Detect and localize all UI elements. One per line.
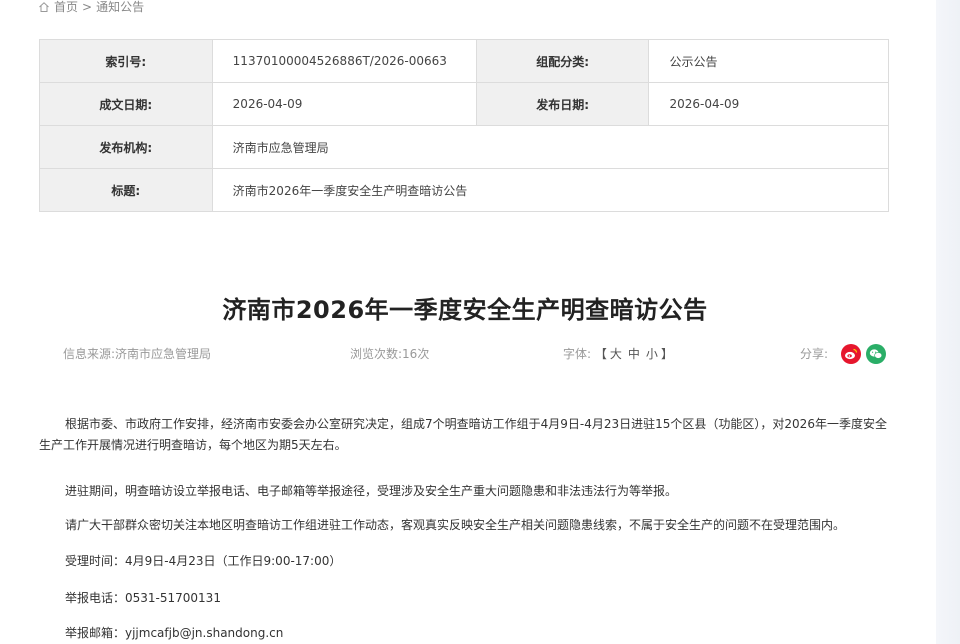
share-label: 分享: (800, 347, 829, 361)
wechat-icon[interactable] (866, 344, 886, 364)
font-large-button[interactable]: 大 (610, 347, 622, 361)
info-source: 信息来源:济南市应急管理局 (63, 347, 211, 361)
font-medium-button[interactable]: 中 (628, 347, 640, 361)
font-label: 字体: (563, 347, 592, 361)
written-date-value: 2026-04-09 (211, 82, 477, 126)
font-size-selector: 字体: 【大中小】 (563, 347, 673, 361)
font-small-button[interactable]: 小 (646, 347, 658, 361)
source-value: 济南市应急管理局 (115, 347, 212, 361)
publishing-agency-label: 发布机构: (39, 125, 213, 169)
report-email: 举报邮箱：yjjmcafjb@jn.shandong.cn (65, 626, 284, 640)
category-label: 组配分类: (475, 39, 650, 83)
published-date-label: 发布日期: (475, 82, 650, 126)
table-row: 发布机构: 济南市应急管理局 (39, 125, 890, 169)
views-label: 浏览次数: (350, 347, 403, 361)
table-row: 成文日期: 2026-04-09 发布日期: 2026-04-09 (39, 82, 889, 126)
source-label: 信息来源: (63, 347, 116, 361)
publishing-agency-value: 济南市应急管理局 (211, 125, 890, 169)
acceptance-time: 受理时间：4月9日-4月23日（工作日9:00-17:00） (65, 554, 342, 568)
breadcrumb: 首页 > 通知公告 (38, 0, 144, 14)
index-number-label: 索引号: (39, 39, 213, 83)
paragraph: 进驻期间，明查暗访设立举报电话、电子邮箱等举报途径，受理涉及安全生产重大问题隐患… (65, 484, 678, 498)
report-phone: 举报电话：0531-51700131 (65, 591, 221, 605)
article-title: 济南市2026年一季度安全生产明查暗访公告 (222, 296, 708, 324)
views-value: 16次 (402, 347, 430, 361)
paragraph: 请广大干部群众密切关注本地区明查暗访工作组进驻工作动态，客观真实反映安全生产相关… (65, 518, 846, 532)
page-edge-strip (936, 0, 960, 644)
table-row: 索引号: 11370100004526886T/2026-00663 组配分类:… (39, 39, 889, 83)
subject-value: 济南市2026年一季度安全生产明查暗访公告 (211, 168, 890, 212)
font-bracket-close: 】 (660, 347, 673, 361)
category-value: 公示公告 (648, 39, 889, 83)
breadcrumb-home-link[interactable]: 首页 (54, 0, 78, 14)
table-row: 标题: 济南市2026年一季度安全生产明查暗访公告 (39, 168, 890, 212)
info-views: 浏览次数:16次 (350, 347, 429, 361)
home-icon (39, 2, 49, 12)
document-metadata-table: 索引号: 11370100004526886T/2026-00663 组配分类:… (39, 39, 890, 212)
written-date-label: 成文日期: (39, 82, 213, 126)
font-bracket-open: 【 (594, 347, 607, 361)
subject-label: 标题: (39, 168, 213, 212)
published-date-value: 2026-04-09 (648, 82, 889, 126)
weibo-icon[interactable] (841, 344, 861, 364)
index-number-value: 11370100004526886T/2026-00663 (211, 39, 477, 83)
paragraph: 根据市委、市政府工作安排，经济南市安委会办公室研究决定，组成7个明查暗访工作组于… (39, 417, 887, 452)
breadcrumb-separator: > (82, 0, 93, 14)
breadcrumb-current-link[interactable]: 通知公告 (96, 0, 144, 14)
